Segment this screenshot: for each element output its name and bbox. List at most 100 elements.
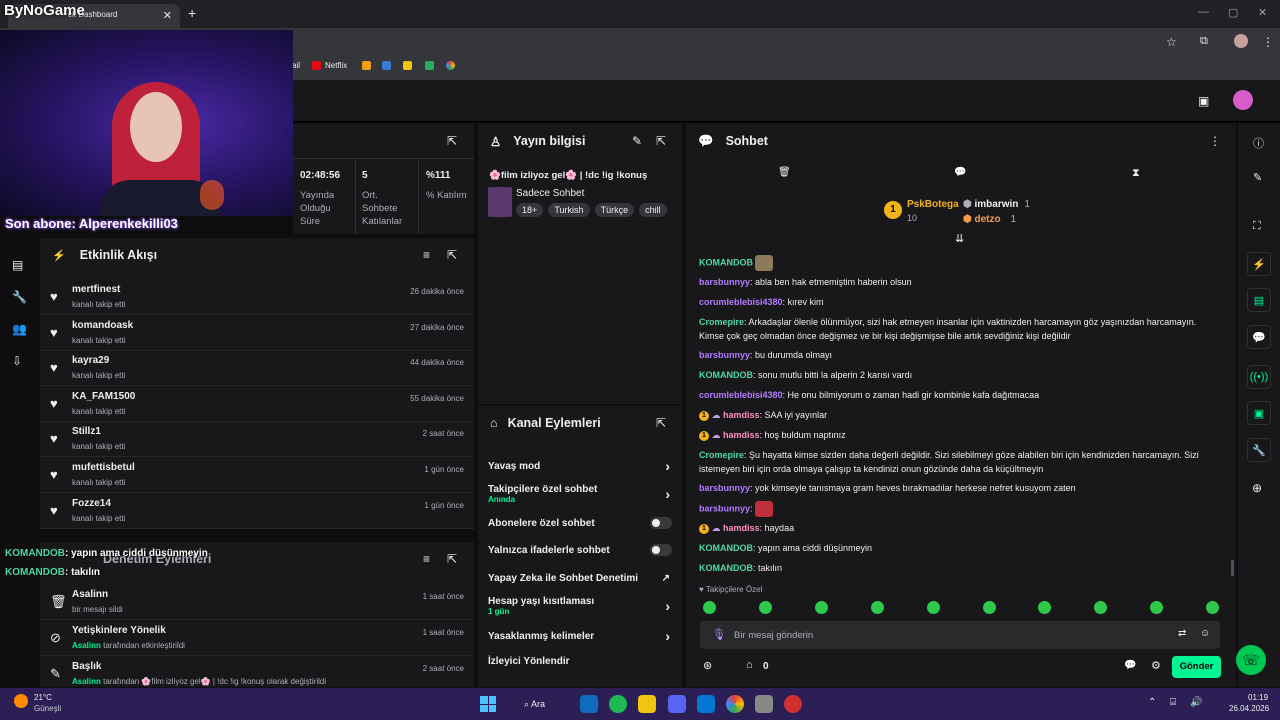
- profile-avatar[interactable]: [1234, 34, 1248, 48]
- channel-points-icon[interactable]: ⊛: [703, 659, 712, 672]
- close-tab-icon[interactable]: ✕: [163, 9, 172, 22]
- collapse-icon[interactable]: ⇊: [955, 232, 964, 245]
- popout-icon[interactable]: ⇱: [447, 552, 457, 566]
- chat-filter-icon[interactable]: 💬: [954, 167, 966, 178]
- tools-icon[interactable]: 🔧: [12, 290, 27, 304]
- edit-icon[interactable]: ✎: [1253, 171, 1262, 184]
- list-item[interactable]: ♥ kayra29 kanalı takip etti 44 dakika önce: [40, 350, 474, 386]
- bookmark-icon[interactable]: [362, 61, 371, 70]
- taskbar-app-icon[interactable]: [580, 695, 598, 713]
- star-icon[interactable]: ☆: [1166, 35, 1177, 49]
- banned-words-row[interactable]: Yasaklanmış kelimeler ›: [478, 623, 682, 649]
- new-tab-button[interactable]: +: [188, 5, 196, 21]
- stream-manager-icon[interactable]: ▤: [12, 258, 23, 272]
- tag[interactable]: Türkçe: [594, 203, 635, 217]
- list-item[interactable]: ⊘ Yetişkinlere Yönelik Asalinn tarafından …: [40, 620, 474, 656]
- user-avatar[interactable]: [1233, 90, 1253, 110]
- popout-icon[interactable]: ⇱: [656, 416, 666, 430]
- clock-date[interactable]: 26.04.2026: [1229, 704, 1269, 713]
- emote-icon[interactable]: [983, 601, 996, 614]
- chat-bubble-icon[interactable]: 💬: [1124, 660, 1136, 671]
- bookmark-icon[interactable]: [446, 61, 455, 70]
- account-age-row[interactable]: Hesap yaşı kısıtlaması 1 gün ›: [478, 594, 682, 624]
- bookmark-netflix[interactable]: Netflix: [312, 61, 347, 70]
- emoji-icon[interactable]: ☺: [1200, 628, 1210, 639]
- tag[interactable]: Turkish: [548, 203, 590, 217]
- chat-scrollbar[interactable]: [1231, 560, 1234, 576]
- settings-icon[interactable]: [755, 695, 773, 713]
- info-icon[interactable]: ⓘ: [1253, 135, 1264, 151]
- list-item[interactable]: 🗑 Asalinn bir mesajı sildi 1 saat önce: [40, 584, 474, 620]
- list-item[interactable]: ✎ Başlık Asalinn tarafından 🌸film izliyoz …: [40, 656, 474, 686]
- list-item[interactable]: ♥ mufettisbetul kanalı takip etti 1 gün önc…: [40, 457, 474, 493]
- community-icon[interactable]: 👥: [12, 322, 27, 336]
- leaderboard-name[interactable]: ⬢ imbarwin 1: [963, 199, 1030, 210]
- subscribers-only-row[interactable]: Abonelere özel sohbet: [478, 510, 682, 536]
- emote-icon[interactable]: [871, 601, 884, 614]
- emote-icon[interactable]: [759, 601, 772, 614]
- chrome-icon[interactable]: [726, 695, 744, 713]
- discord-icon[interactable]: [668, 695, 686, 713]
- close-window-icon[interactable]: ✕: [1258, 6, 1267, 19]
- trash-icon[interactable]: 🗑: [778, 167, 791, 178]
- creator-icon[interactable]: ⇩: [12, 354, 22, 368]
- tray-chevron-icon[interactable]: ⌃: [1148, 697, 1156, 708]
- list-item[interactable]: ♥ Fozze14 kanalı takip etti 1 gün önce: [40, 493, 474, 529]
- translate-icon[interactable]: ⇄: [1178, 628, 1186, 639]
- hourglass-icon[interactable]: ⧗: [1132, 167, 1140, 180]
- file-explorer-icon[interactable]: [638, 695, 656, 713]
- popout-icon[interactable]: ⇱: [656, 134, 666, 148]
- support-chat-icon[interactable]: ☏: [1236, 645, 1266, 675]
- mail-icon[interactable]: [697, 695, 715, 713]
- quick-action-tools-icon[interactable]: 🔧: [1247, 438, 1271, 462]
- leaderboard-top-name[interactable]: PskBotega: [907, 199, 959, 210]
- network-icon[interactable]: ⌸: [1170, 697, 1176, 708]
- quick-action-lightning-icon[interactable]: ⚡: [1247, 252, 1271, 276]
- popout-icon[interactable]: ⇱: [447, 248, 457, 262]
- raid-row[interactable]: İzleyici Yönlendir: [478, 648, 682, 674]
- emote-icon[interactable]: [1038, 601, 1051, 614]
- filter-icon[interactable]: ≡: [423, 552, 430, 566]
- volume-icon[interactable]: 🔊: [1190, 697, 1202, 708]
- list-item[interactable]: ♥ KA_FAM1500 kanalı takip etti 55 dakika ön…: [40, 386, 474, 422]
- slow-mode-row[interactable]: Yavaş mod ›: [478, 453, 682, 479]
- list-item[interactable]: ♥ mertfinest kanalı takip etti 26 dakika ön…: [40, 279, 474, 315]
- quick-action-clip-icon[interactable]: ▣: [1247, 401, 1271, 425]
- more-options-icon[interactable]: ⋮: [1209, 134, 1221, 148]
- leaderboard-name[interactable]: ⬢ detzo 1: [963, 214, 1016, 225]
- subscribers-only-toggle[interactable]: [650, 517, 672, 529]
- edit-icon[interactable]: ✎: [632, 134, 642, 148]
- list-item[interactable]: ♥ Stillz1 kanalı takip etti 2 saat önce: [40, 421, 474, 457]
- theater-mode-icon[interactable]: ▣: [1198, 94, 1209, 108]
- emote-icon[interactable]: [1150, 601, 1163, 614]
- gear-icon[interactable]: ⚙: [1151, 659, 1161, 672]
- bookmark-icon[interactable]: [382, 61, 391, 70]
- maximize-icon[interactable]: ▢: [1228, 6, 1238, 19]
- emote-icon[interactable]: [1206, 601, 1219, 614]
- quick-action-chat-icon[interactable]: 💬: [1247, 325, 1271, 349]
- menu-icon[interactable]: ⋮: [1262, 35, 1274, 49]
- list-item[interactable]: ♥ komandoask kanalı takip etti 27 dakika ön…: [40, 315, 474, 351]
- filter-icon[interactable]: ≡: [423, 248, 430, 262]
- emote-icon[interactable]: [815, 601, 828, 614]
- clock-time[interactable]: 01:19: [1248, 693, 1268, 702]
- gift-icon[interactable]: ⌂: [746, 659, 753, 671]
- taskbar-app-icon[interactable]: [784, 695, 802, 713]
- spotify-icon[interactable]: [609, 695, 627, 713]
- send-button[interactable]: Gönder: [1172, 656, 1221, 678]
- emote-icon[interactable]: [927, 601, 940, 614]
- popout-icon[interactable]: ⇱: [447, 134, 457, 148]
- extensions-icon[interactable]: ⧉: [1200, 35, 1208, 48]
- followers-only-row[interactable]: Takipçilere özel sohbet Anında ›: [478, 480, 682, 510]
- tag[interactable]: chill: [639, 203, 667, 217]
- tag[interactable]: 18+: [516, 203, 544, 217]
- add-action-icon[interactable]: ⊕: [1252, 481, 1262, 495]
- emote-icon[interactable]: [1094, 601, 1107, 614]
- ai-moderation-row[interactable]: Yapay Zeka ile Sohbet Denetimi ↗: [478, 565, 682, 591]
- windows-start-icon[interactable]: [480, 696, 496, 712]
- mic-icon[interactable]: 🎙: [712, 628, 726, 641]
- minimize-icon[interactable]: —: [1198, 6, 1209, 18]
- taskbar-search[interactable]: ⌕ Ara: [512, 694, 566, 714]
- emote-only-toggle[interactable]: [650, 544, 672, 556]
- bookmark-icon[interactable]: [403, 61, 412, 70]
